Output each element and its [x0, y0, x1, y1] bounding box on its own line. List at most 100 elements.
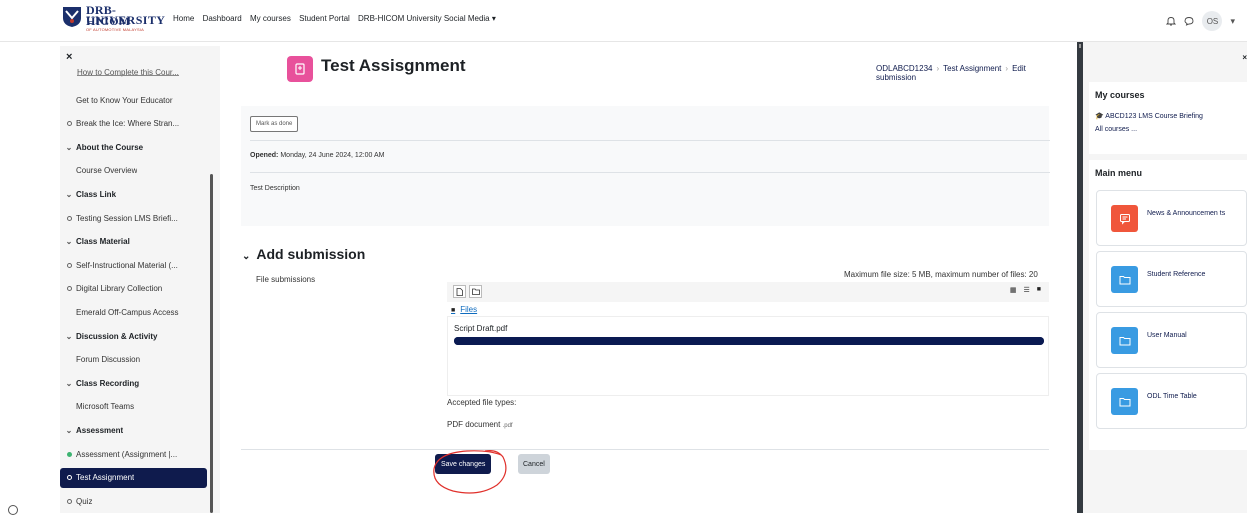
upload-progress-fill [454, 337, 1044, 345]
assignment-icon [287, 56, 313, 82]
course-index-label: Get to Know Your Educator [76, 95, 173, 105]
file-drop-area[interactable]: Script Draft.pdf [447, 316, 1049, 396]
breadcrumb-separator-icon: › [1005, 64, 1009, 73]
accepted-file-types-label: Accepted file types: [447, 398, 517, 407]
nav-social-media[interactable]: DRB-HICOM University Social Media ▾ [358, 14, 496, 23]
save-changes-button[interactable]: Save changes [435, 454, 492, 474]
user-menu-area: OS ▾ [1166, 11, 1235, 31]
menu-card-news[interactable]: News & Announcemen ts [1096, 190, 1247, 246]
course-index-item[interactable]: Testing Session LMS Briefi... [60, 208, 207, 228]
file-submissions-label: File submissions [256, 275, 316, 284]
course-index-item[interactable]: Forum Discussion [60, 350, 207, 370]
course-index-item[interactable]: Digital Library Collection [60, 279, 207, 299]
filepicker-toolbar: ▦ ☰ ■ [447, 282, 1049, 302]
nav-student-portal[interactable]: Student Portal [299, 14, 350, 23]
bell-icon[interactable] [1166, 16, 1177, 26]
completed-dot-icon [62, 450, 76, 459]
close-icon[interactable]: × [66, 51, 72, 63]
primary-navigation: Home Dashboard My courses Student Portal… [173, 14, 502, 23]
menu-card-student-reference[interactable]: Student Reference [1096, 251, 1247, 307]
course-index-label: Quiz [76, 496, 93, 506]
menu-card-odl-time-table[interactable]: ODL Time Table [1096, 373, 1247, 429]
course-link[interactable]: 🎓 ABCD123 LMS Course Briefing [1095, 112, 1203, 120]
uploaded-file-name[interactable]: Script Draft.pdf [454, 324, 507, 333]
cancel-button[interactable]: Cancel [518, 454, 550, 474]
chevron-down-icon: ⌄ [65, 378, 73, 388]
course-index-label: Self-Instructional Material (... [76, 260, 178, 270]
course-section-header[interactable]: ⌄ About the Course [60, 137, 207, 157]
max-file-info: Maximum file size: 5 MB, maximum number … [844, 270, 1038, 279]
breadcrumb-assignment[interactable]: Test Assignment [943, 64, 1001, 73]
course-section-header[interactable]: ⌄ Class Recording [60, 373, 207, 393]
announcement-icon [1111, 205, 1138, 232]
course-index-drawer: × How to Complete this Cour... Get to Kn… [60, 46, 220, 513]
completion-ring-icon [62, 497, 76, 506]
course-index-item-partial[interactable]: How to Complete this Cour... [77, 68, 179, 77]
course-section-header[interactable]: ⌄ Class Material [60, 232, 207, 252]
course-section-header[interactable]: ⌄ Assessment [60, 420, 207, 440]
scrollbar[interactable] [210, 174, 213, 513]
course-index-label: Microsoft Teams [76, 402, 135, 412]
mark-as-done-button[interactable]: Mark as done [250, 116, 299, 132]
breadcrumb-course[interactable]: ODLABCD1234 [876, 64, 932, 73]
accepted-file-type: PDF document .pdf [447, 420, 513, 429]
list-view-icon[interactable]: ☰ [1023, 286, 1029, 294]
chevron-down-icon[interactable]: ▾ [1230, 16, 1235, 27]
chevron-down-icon: ⌄ [242, 251, 251, 262]
course-index-item[interactable]: Course Overview [60, 161, 207, 181]
shield-crest-icon [63, 7, 81, 27]
opened-date: Opened: Monday, 24 June 2024, 12:00 AM [250, 152, 385, 159]
divider [250, 172, 1050, 173]
nav-dashboard[interactable]: Dashboard [203, 14, 242, 23]
divider [241, 449, 1049, 450]
course-index-item[interactable]: Break the Ice: Where Stran... [60, 114, 207, 134]
folder-icon [1111, 327, 1138, 354]
divider [250, 140, 1050, 141]
filepicker-view-switch: ▦ ☰ ■ [1010, 286, 1041, 294]
breadcrumb-separator-icon: › [936, 64, 940, 73]
files-path[interactable]: ■ Files [451, 305, 477, 314]
university-logo[interactable]: DRB-HICOM UNIVERSITY OF AUTOMOTIVE MALAY… [62, 4, 165, 35]
nav-my-courses[interactable]: My courses [250, 14, 291, 23]
ring-icon [8, 505, 18, 515]
tree-view-icon[interactable]: ■ [1037, 286, 1041, 294]
folder-icon [1111, 266, 1138, 293]
upload-progress-bar [454, 337, 1044, 345]
add-file-icon[interactable] [453, 285, 466, 298]
course-index-item[interactable]: Emerald Off-Campus Access [60, 302, 207, 322]
grid-view-icon[interactable]: ▦ [1010, 286, 1017, 294]
menu-card-user-manual[interactable]: User Manual [1096, 312, 1247, 368]
course-index-item[interactable]: Microsoft Teams [60, 397, 207, 417]
folder-icon: ■ [451, 307, 456, 314]
course-index-item[interactable]: Assessment (Assignment |... [60, 444, 207, 464]
completion-ring-icon [62, 473, 76, 482]
course-index-item[interactable]: Test Assignment [60, 467, 207, 488]
course-index-label: Break the Ice: Where Stran... [76, 119, 180, 129]
graduation-cap-icon: 🎓 [1095, 113, 1104, 120]
all-courses-link[interactable]: All courses ... [1095, 126, 1137, 133]
completion-ring-icon [62, 119, 76, 128]
chevron-down-icon: ⌄ [65, 142, 73, 152]
course-index-label: Discussion & Activity [76, 331, 158, 341]
close-icon[interactable]: × [1242, 53, 1247, 62]
chevron-down-icon: ⌄ [65, 237, 73, 247]
blocks-drawer: × My courses 🎓 ABCD123 LMS Course Briefi… [1083, 42, 1247, 513]
course-index-label: About the Course [76, 142, 144, 152]
course-index-item[interactable]: Quiz [60, 491, 207, 511]
activity-description: Test Description [250, 185, 300, 192]
course-index-label: Assessment [76, 425, 124, 435]
course-index-label: Test Assignment [76, 473, 135, 483]
course-index-item[interactable]: Get to Know Your Educator [60, 90, 207, 110]
add-submission-heading[interactable]: ⌄ Add submission [242, 246, 365, 262]
course-section-header[interactable]: ⌄ Class Link [60, 184, 207, 204]
logo-line3: OF AUTOMOTIVE MALAYSIA [86, 27, 145, 32]
course-index-label: Class Link [76, 189, 117, 199]
avatar[interactable]: OS [1202, 11, 1223, 31]
completion-ring-icon [62, 284, 76, 293]
message-icon[interactable] [1184, 16, 1194, 26]
course-section-header[interactable]: ⌄ Discussion & Activity [60, 326, 207, 346]
create-folder-icon[interactable] [469, 285, 482, 298]
course-index-item[interactable]: Self-Instructional Material (... [60, 255, 207, 275]
nav-home[interactable]: Home [173, 14, 194, 23]
chevron-down-icon: ⌄ [65, 189, 73, 199]
